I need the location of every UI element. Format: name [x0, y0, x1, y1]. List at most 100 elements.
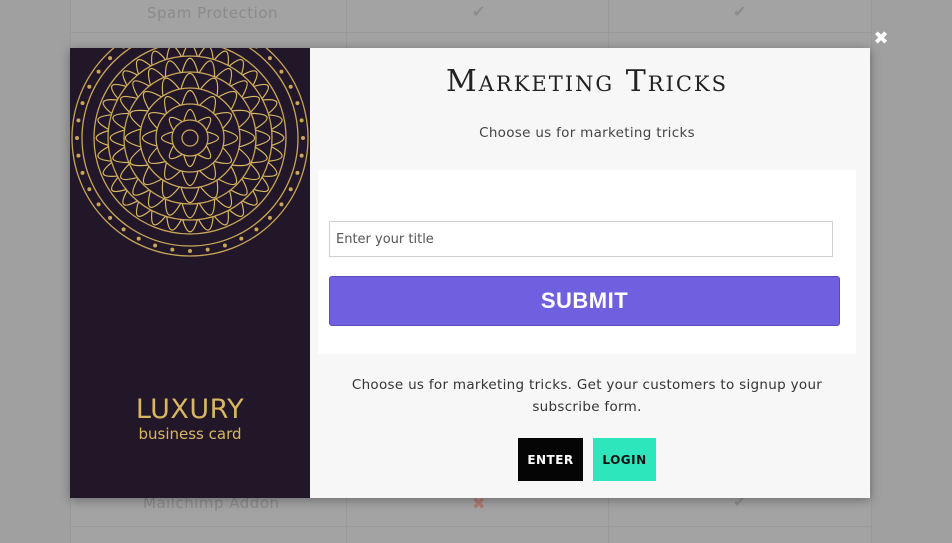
- mandala-petal: [151, 210, 167, 226]
- mandala-petal: [180, 72, 200, 89]
- mandala-petal: [168, 116, 183, 131]
- mandala-petal: [142, 90, 162, 110]
- mandala-petal: [182, 48, 198, 57]
- mandala-petal: [124, 128, 141, 148]
- mandala-dot: [255, 48, 258, 49]
- mandala-dot: [75, 136, 79, 140]
- mandala-dot: [76, 153, 81, 158]
- mandala-petal: [180, 187, 200, 204]
- mandala-petal: [214, 111, 232, 129]
- mandala-petal: [181, 203, 199, 219]
- mandala-dot: [136, 236, 141, 241]
- mandala-petal: [163, 96, 181, 114]
- mandala-dot: [288, 187, 293, 192]
- mandala-petal: [122, 190, 138, 206]
- mandala-dot: [301, 136, 305, 140]
- mandala-dot: [295, 101, 300, 106]
- mandala-petal: [181, 170, 199, 187]
- mandala-petal: [197, 145, 212, 160]
- mandala-dot: [170, 247, 175, 252]
- mandala-dot: [288, 84, 293, 89]
- cross-icon: ✖: [472, 494, 486, 513]
- mandala-dot: [279, 69, 284, 74]
- mandala-petal: [215, 190, 233, 208]
- table-row-divider: [71, 32, 871, 33]
- mandala-petal: [142, 166, 162, 186]
- mandala-petal: [242, 70, 258, 86]
- brand-subtitle: business card: [138, 425, 242, 443]
- mandala-petal: [231, 148, 251, 167]
- mandala-petal: [242, 190, 258, 206]
- check-icon: ✔: [472, 2, 486, 21]
- mandala-petal: [262, 161, 278, 177]
- mandala-petal: [197, 116, 212, 131]
- luxury-card-image: LUXURY business card: [70, 48, 310, 498]
- mandala-dot: [254, 227, 259, 232]
- mandala-petal: [239, 128, 256, 148]
- mandala-petal: [129, 148, 149, 167]
- submit-button[interactable]: SUBMIT: [329, 276, 840, 326]
- modal-subtitle: Choose us for marketing tricks: [479, 125, 695, 141]
- mandala-petal: [163, 162, 181, 180]
- mandala-petal: [102, 99, 118, 115]
- mandala-dot: [239, 236, 244, 241]
- mandala-dot: [121, 227, 126, 232]
- table-row-divider: [71, 526, 871, 527]
- mandala-petal: [230, 80, 248, 98]
- mandala-petal: [147, 190, 165, 208]
- popup-modal: LUXURY business card Marketing Tricks Ch…: [70, 48, 870, 498]
- mandala-petal: [147, 68, 165, 86]
- check-icon: ✔: [733, 2, 747, 21]
- mandala-petal: [109, 129, 125, 147]
- mandala-petal: [151, 50, 167, 66]
- mandala-petal: [213, 210, 229, 226]
- mandala-dot: [96, 69, 101, 74]
- mandala-petal: [120, 95, 138, 113]
- mandala-petal: [141, 129, 158, 147]
- mandala-dot: [80, 170, 85, 175]
- mandala-dot: [76, 118, 81, 123]
- mandala-petal: [182, 219, 198, 233]
- enter-button[interactable]: ENTER: [518, 438, 583, 481]
- mandala-dot: [108, 56, 113, 61]
- mandala-petal: [122, 70, 138, 86]
- login-button[interactable]: LOGIN: [593, 438, 656, 481]
- description-text: Choose us for marketing tricks. Get your…: [351, 377, 823, 415]
- mandala-dot: [122, 48, 125, 49]
- mandala-petal: [168, 145, 183, 160]
- title-input[interactable]: [329, 221, 833, 257]
- mandala-dot: [188, 249, 192, 253]
- mandala-dot: [299, 153, 304, 158]
- mandala-petal: [132, 80, 150, 98]
- signup-form: SUBMIT: [318, 170, 856, 354]
- mandala-ornament-icon: [71, 48, 309, 257]
- mandala-petal: [262, 99, 278, 115]
- table-cell-feature: Spam Protection: [147, 4, 279, 22]
- mandala-petal: [242, 95, 260, 113]
- mandala-dot: [267, 215, 272, 220]
- mandala-dot: [205, 247, 210, 252]
- mandala-petal: [199, 96, 217, 114]
- mandala-petal: [129, 109, 149, 128]
- mandala-petal: [181, 57, 199, 73]
- mandala-dot: [267, 56, 272, 61]
- modal-content: Marketing Tricks Choose us for marketing…: [310, 48, 870, 498]
- mandala-petal: [95, 130, 109, 146]
- close-icon[interactable]: ✖: [872, 30, 890, 48]
- mandala-petal: [242, 163, 260, 181]
- mandala-dot: [80, 101, 85, 106]
- mandala-petal: [214, 147, 232, 165]
- mandala-dot: [299, 118, 304, 123]
- mandala-petal: [102, 161, 118, 177]
- mandala-petal: [148, 111, 166, 129]
- mandala-petal: [215, 68, 233, 86]
- mandala-petal: [218, 166, 238, 186]
- mandala-petal: [161, 77, 180, 97]
- mandala-dot: [87, 187, 92, 192]
- mandala-petal: [271, 130, 285, 146]
- mandala-dot: [295, 170, 300, 175]
- mandala-dot: [96, 202, 101, 207]
- mandala-petal: [230, 178, 248, 196]
- mandala-petal: [255, 129, 271, 147]
- brand-title: LUXURY: [135, 394, 245, 425]
